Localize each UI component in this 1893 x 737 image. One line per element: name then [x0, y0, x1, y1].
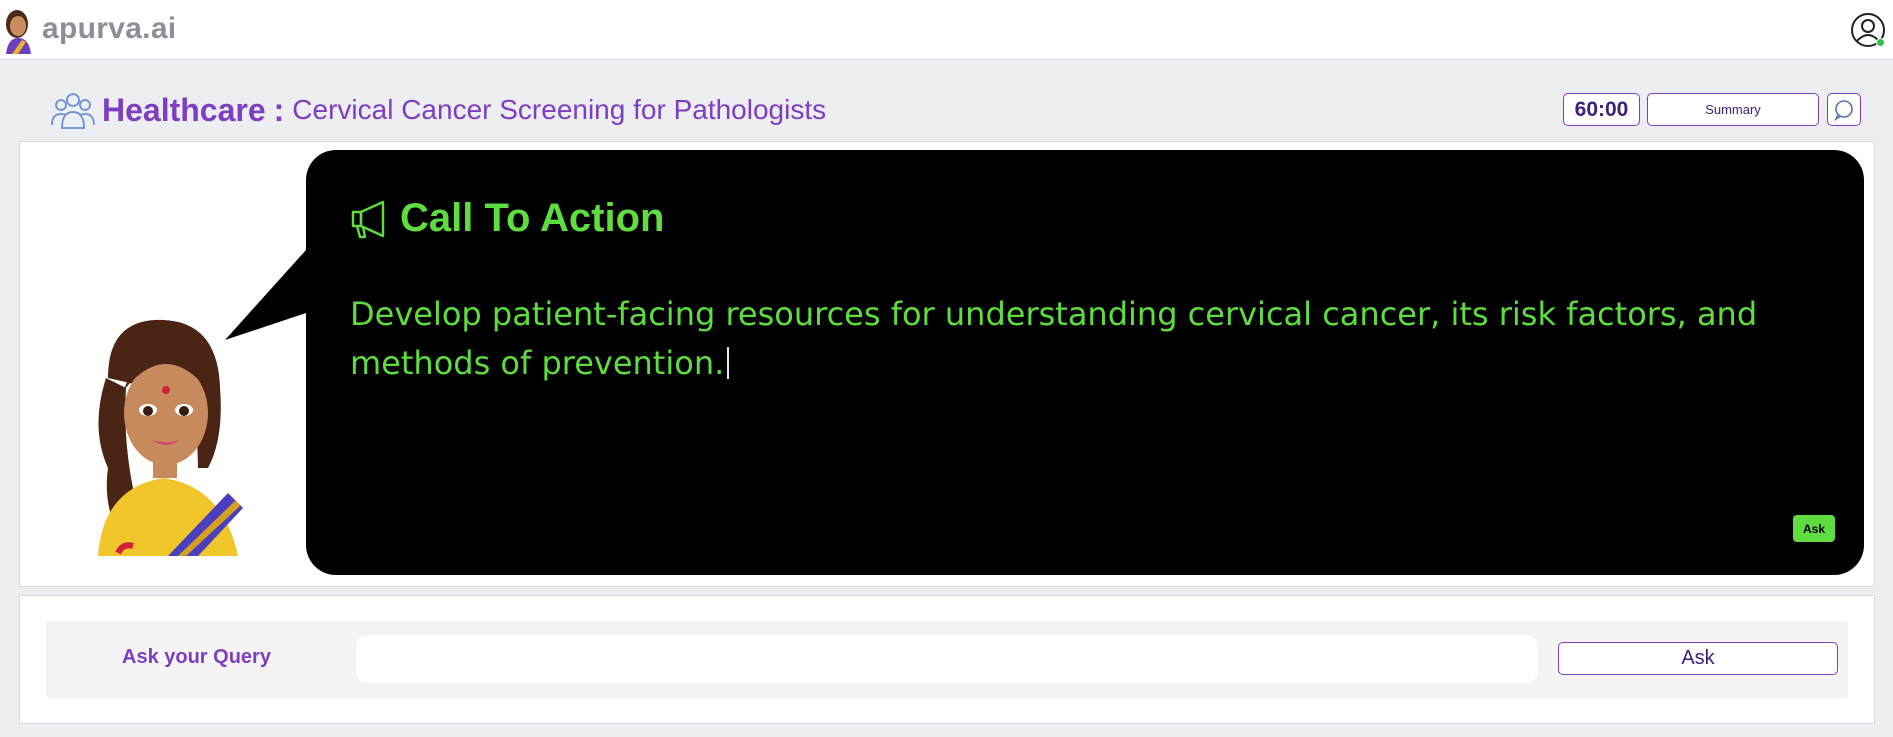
title-separator: :	[273, 91, 285, 128]
typing-caret	[727, 347, 730, 379]
search-chat-icon	[1834, 99, 1853, 121]
top-navbar: apurva.ai	[0, 0, 1893, 60]
query-label: Ask your Query	[122, 646, 271, 668]
message-body: Develop patient-facing resources for und…	[350, 290, 1770, 388]
query-input[interactable]	[356, 635, 1538, 683]
megaphone-icon	[351, 200, 385, 238]
brand-name[interactable]: apurva.ai	[42, 12, 176, 46]
brand-avatar-icon	[6, 10, 31, 54]
group-users-icon	[51, 93, 95, 129]
message-text: Develop patient-facing resources for und…	[350, 295, 1758, 382]
message-heading: Call To Action	[350, 196, 664, 241]
session-title: Healthcare : Cervical Cancer Screening f…	[50, 88, 826, 132]
category-title: Healthcare	[102, 91, 266, 128]
speech-bubble-tail	[225, 240, 315, 340]
session-timer: 60:00	[1563, 93, 1640, 126]
topic-title: Cervical Cancer Screening for Pathologis…	[292, 94, 827, 125]
bubble-ask-button[interactable]: Ask	[1793, 515, 1835, 542]
search-button[interactable]	[1827, 93, 1861, 126]
summary-button[interactable]: Summary	[1647, 93, 1819, 126]
presenter-avatar	[98, 319, 243, 556]
online-status-indicator	[1876, 38, 1885, 47]
query-ask-button[interactable]: Ask	[1558, 642, 1838, 675]
message-title: Call To Action	[400, 196, 665, 240]
